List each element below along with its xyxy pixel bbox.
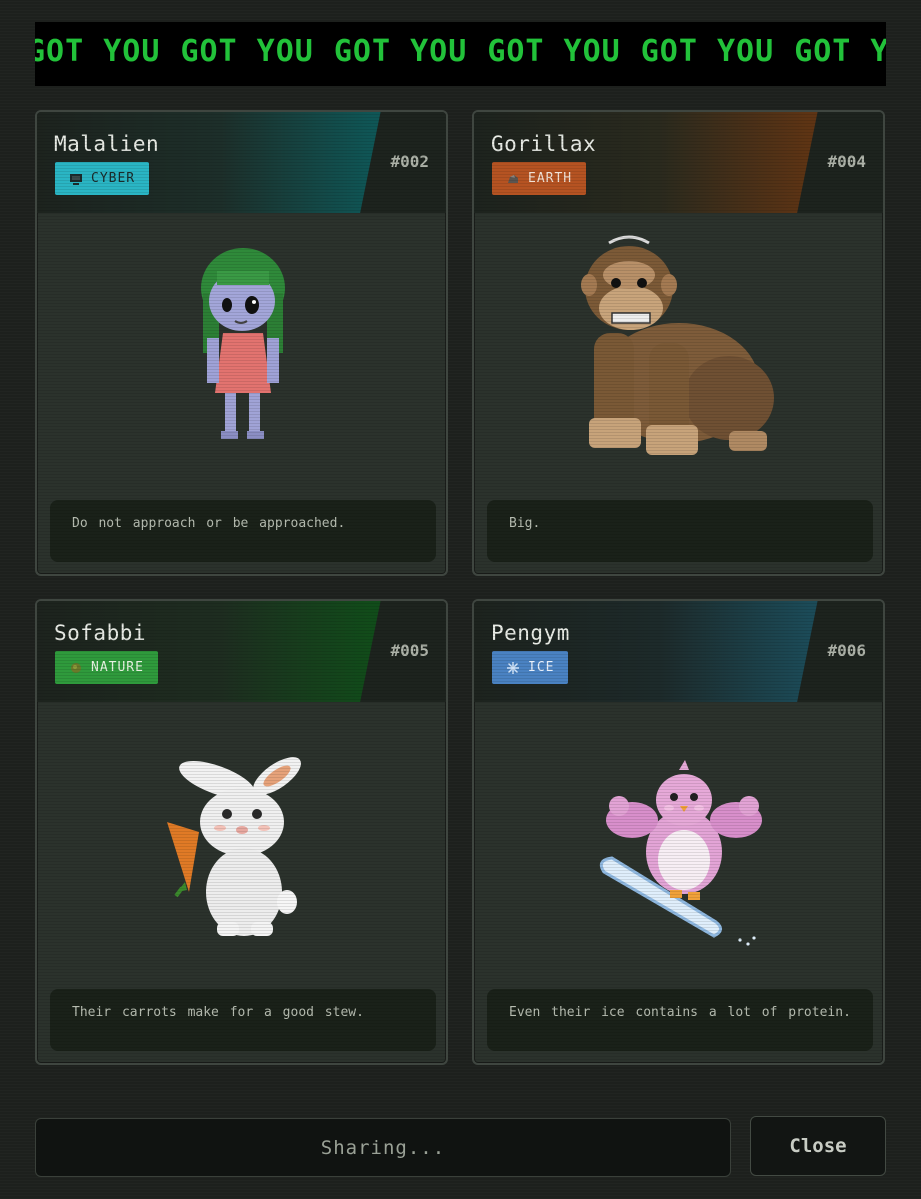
creature-number: #004 [827, 152, 866, 171]
banner-word: GOT YOU [640, 34, 775, 69]
monitor-icon [69, 172, 83, 186]
creature-card[interactable]: Malalien #002 CYBER Do not approach or b… [35, 110, 448, 576]
got-you-banner: GOT YOU GOT YOU GOT YOU GOT YOU GOT YOU GOT Y… [35, 22, 886, 86]
card-header: Sofabbi #005 NATURE [37, 601, 446, 702]
creature-number: #005 [390, 641, 429, 660]
sharing-status-button[interactable]: Sharing... [35, 1118, 731, 1177]
banner-word: GOT YOU [794, 34, 886, 69]
creature-name: Malalien [54, 132, 160, 156]
type-badge: ICE [492, 651, 569, 684]
banner-text: GOT YOU GOT YOU GOT YOU GOT YOU GOT YOU GOT Y… [35, 34, 886, 69]
type-badge: NATURE [55, 651, 158, 684]
creature-number: #006 [827, 641, 866, 660]
creature-number: #002 [390, 152, 429, 171]
creature-card[interactable]: Pengym #006 ICE Even their ice contains … [472, 599, 885, 1065]
card-header: Malalien #002 CYBER [37, 112, 446, 213]
type-label: ICE [528, 660, 555, 675]
creature-description: Even their ice contains a lot of protein… [487, 989, 873, 1051]
banner-word: GOT YOU [35, 34, 161, 69]
type-badge: EARTH [492, 162, 587, 195]
creature-name: Sofabbi [54, 621, 147, 645]
rabbit-sprite [167, 757, 301, 936]
creature-description: Do not approach or be approached. [50, 500, 436, 562]
banner-word: GOT YOU [180, 34, 314, 69]
banner-word: GOT YOU [487, 34, 621, 69]
creature-name: Gorillax [491, 132, 597, 156]
type-label: EARTH [528, 171, 573, 186]
gorilla-sprite [581, 235, 774, 455]
card-header: Gorillax #004 EARTH [474, 112, 883, 213]
leaf-icon [69, 661, 83, 675]
creature-card[interactable]: Gorillax #004 EARTH Big. [472, 110, 885, 576]
type-label: NATURE [91, 660, 144, 675]
creature-name: Pengym [491, 621, 570, 645]
collection-share-modal: GOT YOU GOT YOU GOT YOU GOT YOU GOT YOU GOT Y… [0, 0, 921, 1199]
creature-art [474, 702, 883, 987]
alien-girl-sprite [201, 248, 285, 439]
rock-icon [506, 172, 520, 186]
type-badge: CYBER [55, 162, 150, 195]
creature-art [37, 702, 446, 987]
close-button[interactable]: Close [750, 1116, 886, 1176]
creature-art [37, 213, 446, 498]
penguin-sprite [599, 760, 762, 946]
creature-description: Big. [487, 500, 873, 562]
creature-description: Their carrots make for a good stew. [50, 989, 436, 1051]
banner-word: GOT YOU [333, 34, 468, 69]
snowflake-icon [506, 661, 520, 675]
type-label: CYBER [91, 171, 136, 186]
creature-card[interactable]: Sofabbi #005 NATURE Their carrots make f… [35, 599, 448, 1065]
creature-art [474, 213, 883, 498]
card-header: Pengym #006 ICE [474, 601, 883, 702]
